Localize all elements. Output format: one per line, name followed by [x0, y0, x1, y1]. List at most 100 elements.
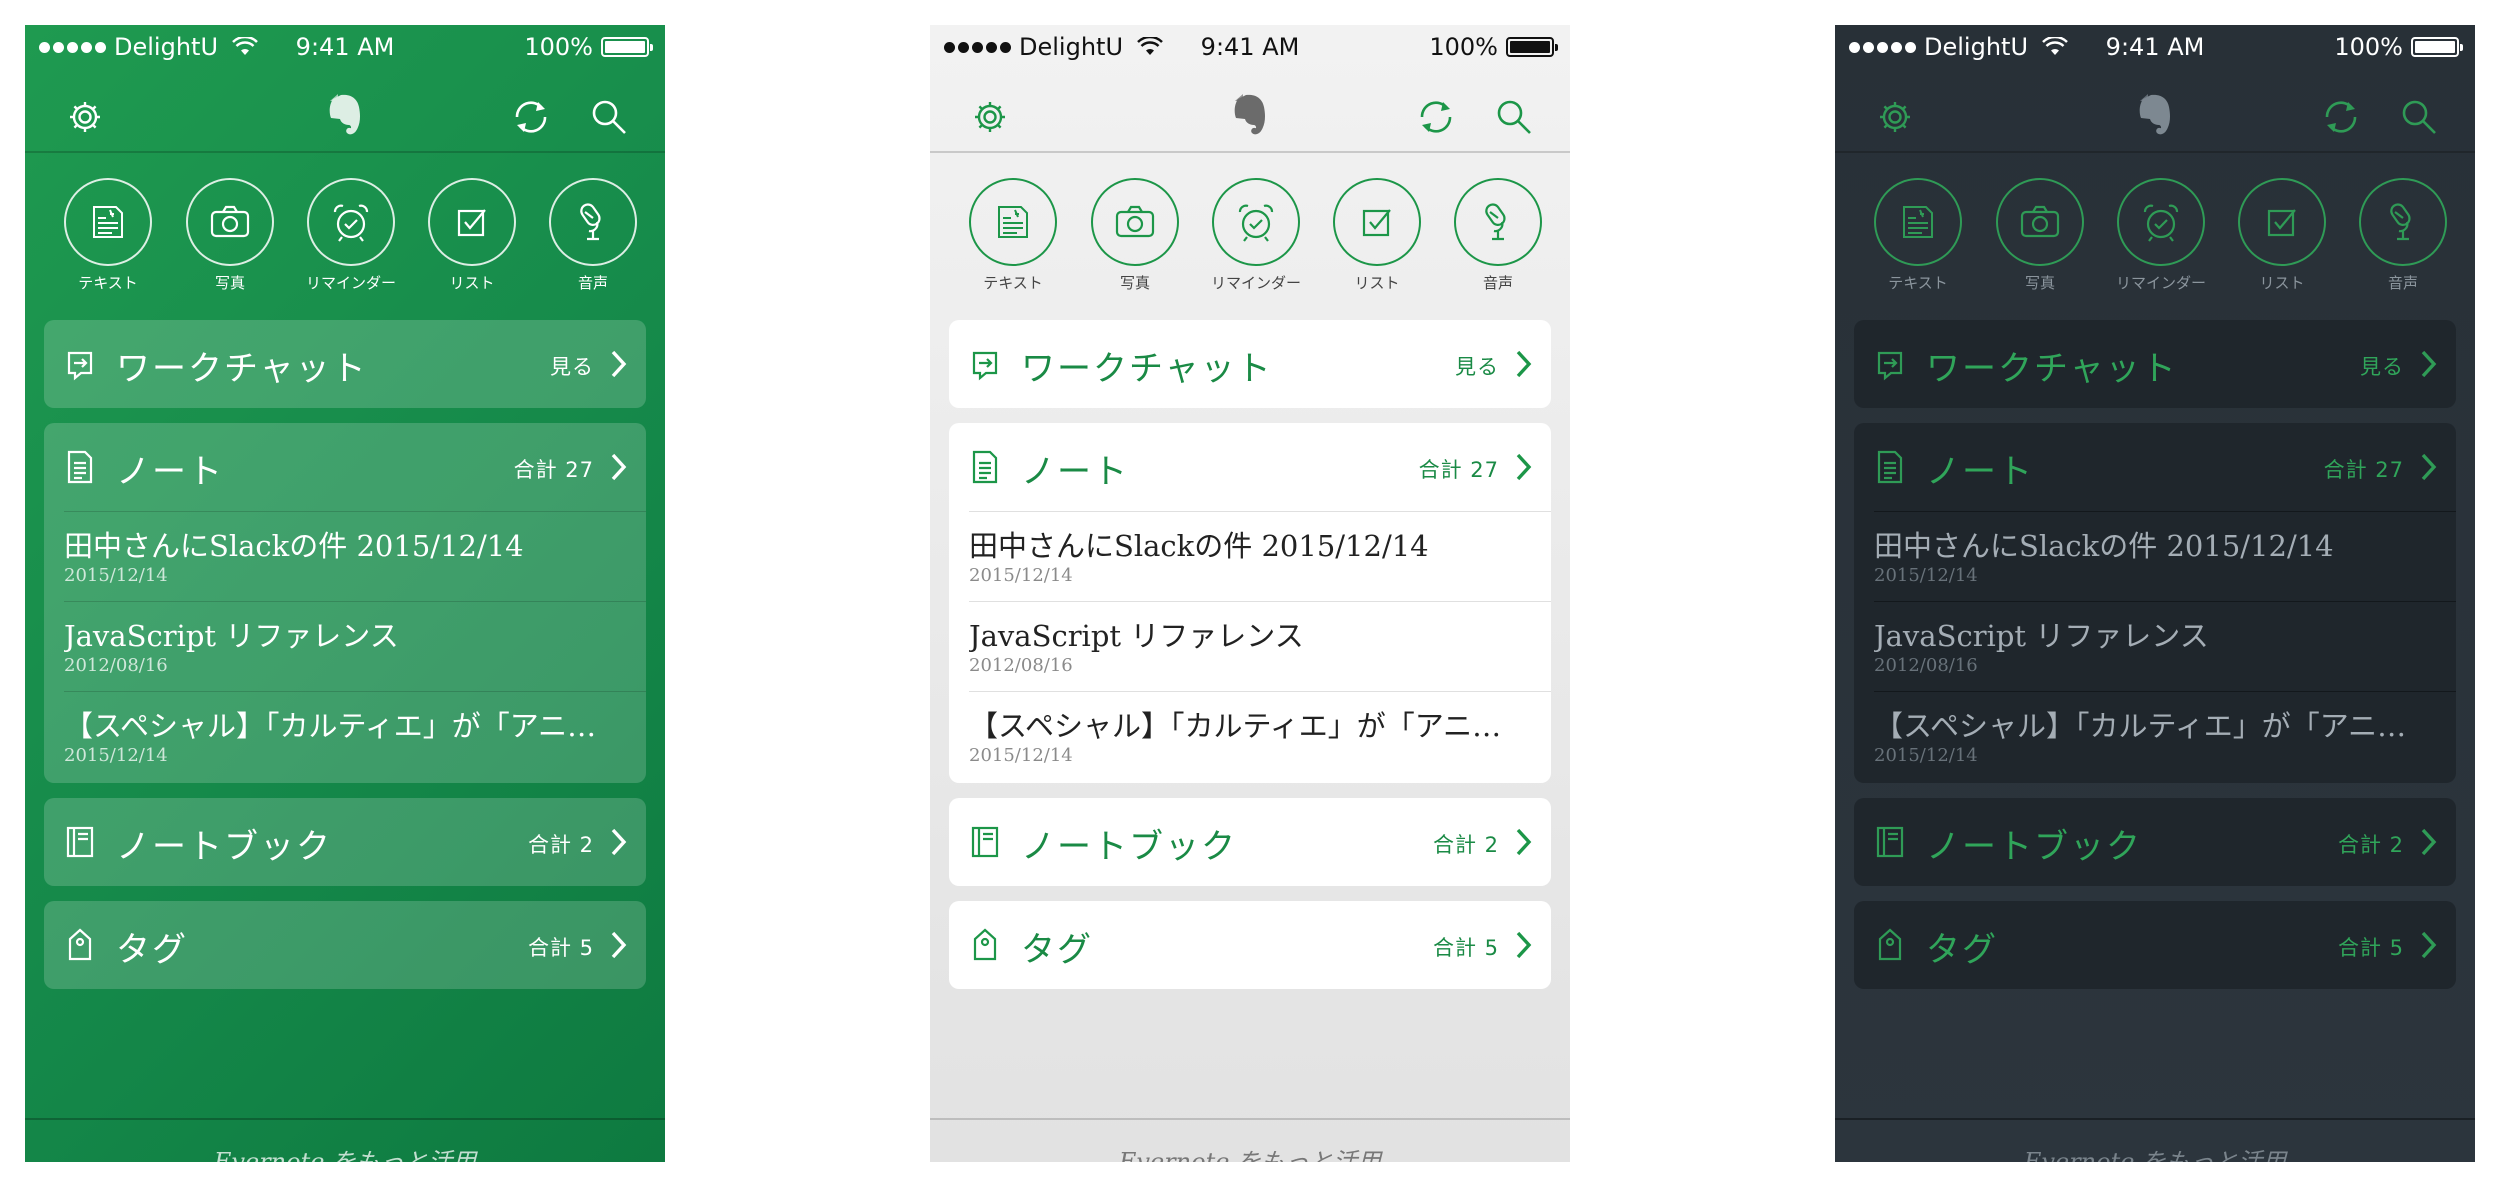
nav-divider [25, 151, 665, 153]
workchat-card[interactable]: ワークチャット 見る [1854, 320, 2456, 408]
note-date: 2015/12/14 [969, 745, 1073, 766]
chevron-right-icon [1516, 453, 1532, 481]
workchat-card[interactable]: ワークチャット 見る [949, 320, 1551, 408]
evernote-logo-icon[interactable] [1228, 91, 1272, 139]
quick-action-circle[interactable] [1333, 178, 1421, 266]
notes-header-row[interactable]: ノート 合計 27 [44, 423, 646, 511]
quick-action-circle[interactable] [1212, 178, 1300, 266]
footer-bar[interactable]: Evernote をもっと活用 [1835, 1118, 2475, 1162]
quick-action-label: 音声 [577, 274, 608, 292]
tags-card[interactable]: タグ 合計 5 [1854, 901, 2456, 989]
workchat-row[interactable]: ワークチャット 見る [1854, 320, 2456, 408]
note-item[interactable]: JavaScript リファレンス 2012/08/16 [1854, 601, 2456, 691]
quick-action-text[interactable]: テキスト [953, 178, 1073, 293]
quick-action-list[interactable]: リスト [1317, 178, 1437, 293]
workchat-card[interactable]: ワークチャット 見る [44, 320, 646, 408]
tag-icon [68, 928, 92, 961]
quick-action-circle[interactable] [64, 178, 152, 266]
workchat-view-link[interactable]: 見る [1455, 351, 1499, 381]
notebooks-card[interactable]: ノートブック 合計 2 [1854, 798, 2456, 886]
quick-action-circle[interactable] [1091, 178, 1179, 266]
checkbox-icon [1362, 209, 1391, 237]
notes-title: ノート [1021, 452, 1129, 492]
notebooks-row[interactable]: ノートブック 合計 2 [949, 798, 1551, 886]
workchat-row[interactable]: ワークチャット 見る [949, 320, 1551, 408]
workchat-view-link[interactable]: 見る [2360, 351, 2404, 381]
quick-action-circle[interactable] [2359, 178, 2447, 266]
note-item[interactable]: 【スペシャル】「カルティエ」が「アニエス・ベー」 2015/12/14 [949, 691, 1551, 781]
evernote-logo-icon[interactable] [2133, 91, 2177, 139]
quick-action-audio[interactable]: 音声 [533, 178, 653, 293]
quick-action-label: リスト [1354, 274, 1400, 292]
quick-action-circle[interactable] [428, 178, 516, 266]
note-title: JavaScript リファレンス [969, 619, 1304, 653]
workchat-row[interactable]: ワークチャット 見る [44, 320, 646, 408]
notebooks-row[interactable]: ノートブック 合計 2 [1854, 798, 2456, 886]
footer-text[interactable]: Evernote をもっと活用 [1119, 1148, 1381, 1162]
workchat-view-link[interactable]: 見る [550, 351, 594, 381]
nav-divider [1835, 151, 2475, 153]
tags-row[interactable]: タグ 合計 5 [1854, 901, 2456, 989]
note-item[interactable]: JavaScript リファレンス 2012/08/16 [949, 601, 1551, 691]
note-item[interactable]: 【スペシャル】「カルティエ」が「アニエス・ベー」 2015/12/14 [1854, 691, 2456, 781]
notes-header-row[interactable]: ノート 合計 27 [949, 423, 1551, 511]
quick-action-circle[interactable] [2238, 178, 2326, 266]
tags-row[interactable]: タグ 合計 5 [949, 901, 1551, 989]
search-icon[interactable] [587, 95, 631, 139]
sync-icon[interactable] [1414, 95, 1458, 139]
quick-action-circle[interactable] [186, 178, 274, 266]
notebooks-card[interactable]: ノートブック 合計 2 [949, 798, 1551, 886]
chevron-right-icon [611, 453, 627, 481]
sync-icon[interactable] [2319, 95, 2363, 139]
tags-card[interactable]: タグ 合計 5 [949, 901, 1551, 989]
quick-action-audio[interactable]: 音声 [2343, 178, 2463, 293]
quick-action-audio[interactable]: 音声 [1438, 178, 1558, 293]
quick-action-list[interactable]: リスト [2222, 178, 2342, 293]
tags-card[interactable]: タグ 合計 5 [44, 901, 646, 989]
quick-action-label: リスト [2259, 274, 2305, 292]
footer-text[interactable]: Evernote をもっと活用 [2024, 1148, 2286, 1162]
tags-row[interactable]: タグ 合計 5 [44, 901, 646, 989]
notebooks-row[interactable]: ノートブック 合計 2 [44, 798, 646, 886]
quick-action-photo[interactable]: 写真 [1980, 178, 2100, 293]
footer-bar[interactable]: Evernote をもっと活用 [930, 1118, 1570, 1162]
chevron-right-icon [2421, 350, 2437, 378]
search-icon[interactable] [2397, 95, 2441, 139]
gear-icon[interactable] [1873, 95, 1917, 139]
notes-header-row[interactable]: ノート 合計 27 [1854, 423, 2456, 511]
quick-action-circle[interactable] [307, 178, 395, 266]
quick-action-photo[interactable]: 写真 [1075, 178, 1195, 293]
gear-icon[interactable] [968, 95, 1012, 139]
battery-percent: 100% [1429, 33, 1498, 61]
gear-icon[interactable] [63, 95, 107, 139]
footer-bar[interactable]: Evernote をもっと活用 [25, 1118, 665, 1162]
search-icon[interactable] [1492, 95, 1536, 139]
note-item[interactable]: 田中さんにSlackの件 2015/12/14 2015/12/14 [949, 511, 1551, 601]
note-item[interactable]: 田中さんにSlackの件 2015/12/14 2015/12/14 [44, 511, 646, 601]
note-item[interactable]: 田中さんにSlackの件 2015/12/14 2015/12/14 [1854, 511, 2456, 601]
quick-action-list[interactable]: リスト [412, 178, 532, 293]
chevron-right-icon [611, 828, 627, 856]
quick-action-circle[interactable] [1874, 178, 1962, 266]
quick-action-circle[interactable] [969, 178, 1057, 266]
quick-action-reminder[interactable]: リマインダー [2101, 178, 2221, 293]
quick-action-reminder[interactable]: リマインダー [1196, 178, 1316, 293]
tags-title: タグ [1021, 930, 1093, 970]
quick-action-photo[interactable]: 写真 [170, 178, 290, 293]
sync-icon[interactable] [509, 95, 553, 139]
note-item[interactable]: JavaScript リファレンス 2012/08/16 [44, 601, 646, 691]
note-item[interactable]: 【スペシャル】「カルティエ」が「アニエス・ベー」 2015/12/14 [44, 691, 646, 781]
evernote-logo-icon[interactable] [323, 91, 367, 139]
quick-action-text[interactable]: テキスト [48, 178, 168, 293]
quick-action-circle[interactable] [549, 178, 637, 266]
quick-action-label: リマインダー [305, 274, 396, 292]
quick-action-reminder[interactable]: リマインダー [291, 178, 411, 293]
notebooks-count: 合計 2 [527, 833, 594, 857]
quick-action-circle[interactable] [2117, 178, 2205, 266]
quick-action-circle[interactable] [1454, 178, 1542, 266]
quick-action-circle[interactable] [1996, 178, 2084, 266]
footer-text[interactable]: Evernote をもっと活用 [214, 1148, 476, 1162]
quick-action-text[interactable]: テキスト [1858, 178, 1978, 293]
microphone-icon [1485, 203, 1506, 241]
notebooks-card[interactable]: ノートブック 合計 2 [44, 798, 646, 886]
